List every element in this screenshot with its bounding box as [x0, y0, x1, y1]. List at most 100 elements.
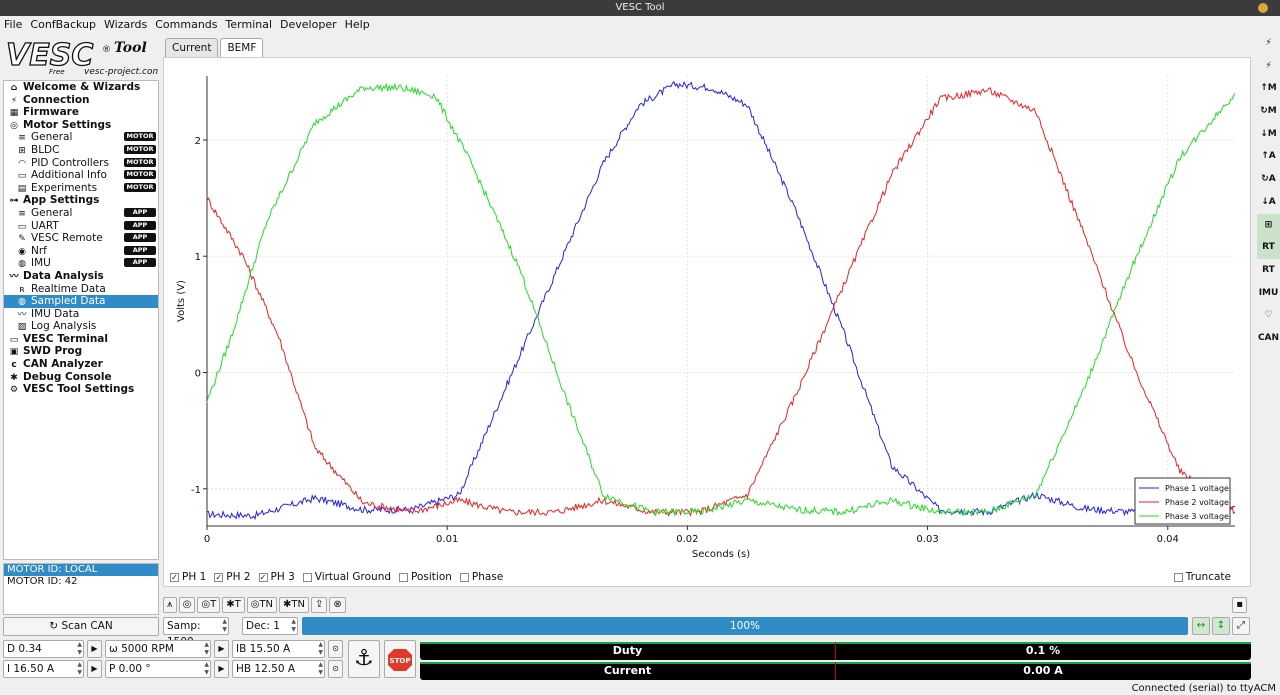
brake-current-input[interactable]: IB 15.50 A ▲ ▼	[232, 640, 325, 658]
spin-arrows-icon[interactable]: ▲ ▼	[291, 618, 296, 634]
read-motor-config-icon[interactable]: ↑M	[1257, 77, 1280, 100]
sidebar-item-can-analyzer[interactable]: ᴄ CAN Analyzer	[4, 358, 158, 371]
sidebar-item-pid-controllers[interactable]: ◠ PID Controllers MOTOR	[4, 157, 158, 170]
sidebar-item-vesc-terminal[interactable]: ▭ VESC Terminal	[4, 333, 158, 346]
duty-input[interactable]: D 0.34 ▲ ▼	[3, 640, 84, 658]
sidebar-item-welcome-wizards[interactable]: ⌂ Welcome & Wizards	[4, 81, 158, 94]
set-rpm-button[interactable]: ▶	[214, 640, 229, 658]
disconnect-icon[interactable]: ⚡	[1257, 55, 1280, 78]
read-default-motor-config-icon[interactable]: ↻M	[1257, 100, 1280, 123]
sidebar-item-vesc-remote[interactable]: ✎ VESC Remote APP	[4, 232, 158, 245]
sidebar-item-log-analysis[interactable]: ▨ Log Analysis	[4, 320, 158, 333]
spin-arrows-icon[interactable]: ▲ ▼	[77, 641, 82, 657]
sample-bug-trigger-button[interactable]: ✱T	[222, 597, 245, 613]
scan-can-button[interactable]: ↻ Scan CAN	[3, 617, 159, 636]
sidebar-item-app-settings[interactable]: ⊶ App Settings	[4, 194, 158, 207]
sidebar-item-imu-data[interactable]: 〰 IMU Data	[4, 308, 158, 321]
menu-bar: File ConfBackup Wizards Commands Terminal Dev…	[0, 16, 1280, 32]
sidebar-item-label: Connection	[23, 93, 90, 106]
imu-stream-icon[interactable]: IMU	[1257, 282, 1280, 305]
stop-button[interactable]: STOP	[384, 640, 416, 678]
truncate-checkbox[interactable]: Truncate	[1173, 571, 1231, 583]
samples-spinbox[interactable]: Samp: 1500▲▼	[163, 617, 229, 648]
sample-trigger-button[interactable]: ◎T	[197, 597, 221, 613]
zoom-vertical-button[interactable]: ↕	[1212, 617, 1230, 635]
stop-sampling-button[interactable]: ⊗	[329, 597, 346, 613]
spin-arrows-icon[interactable]: ▲ ▼	[318, 641, 323, 657]
menu-confbackup[interactable]: ConfBackup	[30, 18, 96, 31]
virtual-ground-checkbox[interactable]: Virtual Ground	[302, 571, 391, 583]
plot-tabs: Current BEMF	[165, 38, 265, 58]
connect-icon[interactable]: ⚡	[1257, 32, 1280, 55]
rpm-input[interactable]: ω 5000 RPM ▲ ▼	[105, 640, 211, 658]
set-handbrake-button[interactable]: ⊙	[328, 660, 343, 678]
upload-button[interactable]: ⇪	[311, 597, 328, 613]
menu-wizards[interactable]: Wizards	[104, 18, 147, 31]
menu-terminal[interactable]: Terminal	[226, 18, 273, 31]
ph-1-checkbox[interactable]: ✓ PH 1	[170, 571, 206, 583]
sample-now-button[interactable]: ⩚	[163, 597, 177, 613]
sidebar-item-sampled-data[interactable]: ◍ Sampled Data	[4, 295, 158, 308]
sidebar-item-uart[interactable]: ▭ UART APP	[4, 220, 158, 233]
read-app-config-icon[interactable]: ↑A	[1257, 145, 1280, 168]
realtime-app-icon[interactable]: RT	[1257, 259, 1280, 282]
sidebar-item-vesc-tool-settings[interactable]: ⚙ VESC Tool Settings	[4, 383, 158, 396]
sidebar-item-data-analysis[interactable]: 〰 Data Analysis	[4, 270, 158, 283]
anchor-button[interactable]: ⚓	[348, 640, 380, 678]
position-input[interactable]: P 0.00 ° ▲ ▼	[105, 660, 211, 678]
set-duty-button[interactable]: ▶	[87, 640, 102, 658]
spin-arrows-icon[interactable]: ▲ ▼	[204, 641, 209, 657]
current-input[interactable]: I 16.50 A ▲ ▼	[3, 660, 84, 678]
save-csv-button[interactable]: ▪	[1232, 597, 1247, 613]
spin-arrows-icon[interactable]: ▲ ▼	[318, 661, 323, 677]
menu-help[interactable]: Help	[345, 18, 370, 31]
menu-file[interactable]: File	[4, 18, 22, 31]
sample-bug-trigger-nofault-button[interactable]: ✱TN	[279, 597, 310, 613]
sidebar-item-realtime-data[interactable]: ʀ Realtime Data	[4, 283, 158, 296]
spin-arrows-icon[interactable]: ▲ ▼	[204, 661, 209, 677]
rescale-button[interactable]: ⤢	[1232, 617, 1250, 635]
tab-current[interactable]: Current	[165, 38, 219, 57]
handbrake-input[interactable]: HB 12.50 A ▲ ▼	[232, 660, 325, 678]
position-checkbox[interactable]: Position	[399, 571, 452, 583]
set-current-button[interactable]: ▶	[87, 660, 102, 678]
can-fwd-icon[interactable]: ⊞	[1257, 213, 1280, 237]
menu-commands[interactable]: Commands	[155, 18, 217, 31]
menu-developer[interactable]: Developer	[280, 18, 337, 31]
decimation-spinbox[interactable]: Dec: 1 ▲ ▼	[242, 617, 298, 635]
set-position-button[interactable]: ▶	[214, 660, 229, 678]
write-motor-config-icon[interactable]: ↓M	[1257, 123, 1280, 146]
zoom-horizontal-button[interactable]: ↔	[1192, 617, 1210, 635]
sidebar-item-experiments[interactable]: ▤ Experiments MOTOR	[4, 182, 158, 195]
ph-3-checkbox[interactable]: ✓ PH 3	[258, 571, 295, 583]
tab-bemf[interactable]: BEMF	[220, 38, 264, 57]
set-brake-button[interactable]: ⊙	[328, 640, 343, 658]
current-value: I 16.50 A	[7, 663, 55, 675]
sidebar-item-swd-prog[interactable]: ▣ SWD Prog	[4, 345, 158, 358]
can-bus-icon[interactable]: CAN	[1257, 327, 1280, 350]
sidebar-item-bldc[interactable]: ⊞ BLDC MOTOR	[4, 144, 158, 157]
sidebar-item-imu[interactable]: ◍ IMU APP	[4, 257, 158, 270]
read-default-app-config-icon[interactable]: ↻A	[1257, 168, 1280, 191]
write-app-config-icon[interactable]: ↓A	[1257, 191, 1280, 214]
spin-arrows-icon[interactable]: ▲ ▼	[222, 618, 227, 634]
sidebar-item-connection[interactable]: ⚡ Connection	[4, 94, 158, 107]
sidebar-item-nrf[interactable]: ◉ Nrf APP	[4, 245, 158, 258]
realtime-toggle-icon[interactable]: RT	[1257, 236, 1280, 259]
sidebar-item-firmware[interactable]: ▦ Firmware	[4, 106, 158, 119]
sidebar-item-motor-settings[interactable]: ◎ Motor Settings	[4, 119, 158, 132]
sidebar-item-general[interactable]: ≡ General APP	[4, 207, 158, 220]
motor-id-item[interactable]: MOTOR ID: 42	[4, 576, 158, 588]
sample-trigger-nofault-button[interactable]: ◎TN	[246, 597, 278, 613]
sidebar-item-additional-info[interactable]: ▭ Additional Info MOTOR	[4, 169, 158, 182]
sidebar-item-general[interactable]: ≡ General MOTOR	[4, 131, 158, 144]
window-close-button[interactable]	[1258, 3, 1268, 13]
motor-id-item[interactable]: MOTOR ID: LOCAL	[4, 564, 158, 576]
motor-id-list: MOTOR ID: LOCAL MOTOR ID: 42	[3, 563, 159, 615]
phase-checkbox[interactable]: Phase	[459, 571, 503, 583]
sidebar-item-debug-console[interactable]: ✱ Debug Console	[4, 371, 158, 384]
spin-arrows-icon[interactable]: ▲ ▼	[77, 661, 82, 677]
sample-motor-button[interactable]: ◎	[178, 597, 196, 613]
ph-2-checkbox[interactable]: ✓ PH 2	[214, 571, 251, 583]
keepalive-icon[interactable]: ♡	[1257, 304, 1280, 327]
